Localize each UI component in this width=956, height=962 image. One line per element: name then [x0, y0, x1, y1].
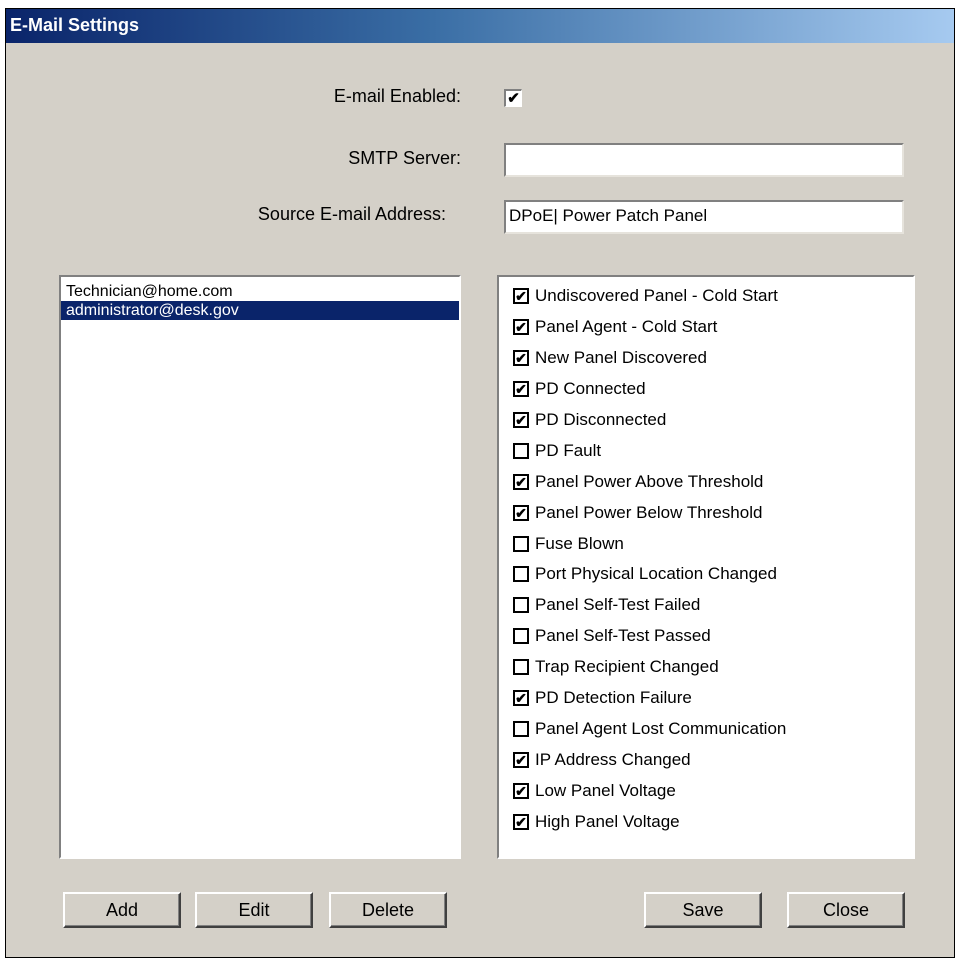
- checkbox-checked-icon[interactable]: ✔: [513, 381, 529, 398]
- event-checkbox-row[interactable]: ✔ New Panel Discovered: [499, 343, 913, 374]
- event-checkbox-label: Panel Self-Test Failed: [535, 595, 701, 615]
- checkbox-checked-icon[interactable]: ✔: [513, 288, 529, 305]
- checkbox-checked-icon[interactable]: ✔: [513, 813, 529, 830]
- event-checkbox-row[interactable]: ✔ Panel Power Below Threshold: [499, 497, 913, 528]
- event-checkbox-row[interactable]: ✔ IP Address Changed: [499, 744, 913, 775]
- check-mark-icon: ✔: [507, 90, 520, 107]
- event-checkbox-row[interactable]: ✔ Low Panel Voltage: [499, 775, 913, 806]
- email-enabled-label: E-mail Enabled:: [333, 86, 461, 106]
- smtp-server-label: SMTP Server:: [348, 148, 461, 168]
- checkbox-checked-icon[interactable]: ✔: [513, 504, 529, 521]
- email-enabled-checkbox[interactable]: ✔: [504, 89, 522, 107]
- recipient-list-item[interactable]: administrator@desk.gov: [61, 301, 459, 320]
- event-checkbox-label: PD Fault: [535, 440, 602, 460]
- event-checkbox-row[interactable]: ✔ Undiscovered Panel - Cold Start: [499, 281, 913, 312]
- event-checkbox-label: Fuse Blown: [535, 533, 624, 553]
- source-email-input[interactable]: DPoE| Power Patch Panel: [504, 200, 904, 234]
- checkbox-unchecked-icon[interactable]: [513, 720, 529, 737]
- event-checkbox-label: New Panel Discovered: [535, 348, 707, 368]
- event-checkbox-row[interactable]: ✔ PD Connected: [499, 374, 913, 405]
- recipient-list-item[interactable]: Technician@home.com: [61, 282, 459, 301]
- checkbox-checked-icon[interactable]: ✔: [513, 412, 529, 428]
- event-checkbox-row[interactable]: ✔ Panel Power Above Threshold: [499, 466, 913, 497]
- event-checkbox-label: PD Detection Failure: [535, 688, 692, 708]
- checkbox-checked-icon[interactable]: ✔: [513, 690, 529, 707]
- event-checkbox-label: Low Panel Voltage: [535, 780, 676, 800]
- event-checkbox-label: PD Connected: [535, 379, 646, 399]
- event-checkbox-row[interactable]: ✔ High Panel Voltage: [499, 806, 913, 837]
- event-checkbox-label: Panel Power Below Threshold: [535, 502, 763, 522]
- email-settings-window: E-Mail Settings E-mail Enabled: ✔ SMTP S…: [5, 8, 955, 958]
- checkbox-unchecked-icon[interactable]: [513, 597, 529, 614]
- event-checkbox-list: ✔ Undiscovered Panel - Cold Start ✔ Panel A…: [497, 275, 915, 859]
- event-checkbox-label: Port Physical Location Changed: [535, 564, 777, 584]
- checkbox-checked-icon[interactable]: ✔: [513, 319, 529, 336]
- event-checkbox-row[interactable]: Panel Agent Lost Communication: [499, 713, 913, 744]
- event-checkbox-label: High Panel Voltage: [535, 811, 680, 831]
- event-checkbox-row[interactable]: ✔ PD Disconnected: [499, 405, 913, 436]
- event-checkbox-label: Panel Agent Lost Communication: [535, 718, 787, 738]
- checkbox-unchecked-icon[interactable]: [513, 442, 529, 459]
- title-bar[interactable]: E-Mail Settings: [6, 9, 954, 43]
- event-checkbox-row[interactable]: ✔ Panel Agent - Cold Start: [499, 312, 913, 343]
- edit-button[interactable]: Edit: [195, 892, 313, 928]
- event-checkbox-label: PD Disconnected: [535, 410, 667, 429]
- checkbox-checked-icon[interactable]: ✔: [513, 350, 529, 367]
- save-button[interactable]: Save: [644, 892, 762, 928]
- delete-button[interactable]: Delete: [329, 892, 447, 928]
- event-checkbox-label: Panel Power Above Threshold: [535, 471, 764, 491]
- event-checkbox-label: Panel Agent - Cold Start: [535, 317, 718, 337]
- checkbox-unchecked-icon[interactable]: [513, 535, 529, 552]
- smtp-server-input[interactable]: [504, 143, 904, 177]
- event-checkbox-row[interactable]: Fuse Blown: [499, 528, 913, 559]
- close-button[interactable]: Close: [787, 892, 905, 928]
- checkbox-unchecked-icon[interactable]: [513, 566, 529, 583]
- event-checkbox-row[interactable]: Trap Recipient Changed: [499, 652, 913, 683]
- event-checkbox-label: Trap Recipient Changed: [535, 657, 719, 677]
- checkbox-unchecked-icon[interactable]: [513, 628, 529, 645]
- event-checkbox-row[interactable]: ✔ PD Detection Failure: [499, 683, 913, 714]
- event-checkbox-row[interactable]: Panel Self-Test Passed: [499, 621, 913, 652]
- event-checkbox-label: IP Address Changed: [535, 749, 691, 769]
- source-email-label: Source E-mail Address:: [257, 204, 446, 224]
- checkbox-checked-icon[interactable]: ✔: [513, 751, 529, 768]
- checkbox-checked-icon[interactable]: ✔: [513, 473, 529, 490]
- checkbox-unchecked-icon[interactable]: [513, 659, 529, 676]
- add-button[interactable]: Add: [63, 892, 181, 928]
- event-checkbox-label: Panel Self-Test Passed: [535, 626, 711, 646]
- event-checkbox-label: Undiscovered Panel - Cold Start: [535, 286, 778, 306]
- checkbox-checked-icon[interactable]: ✔: [513, 782, 529, 799]
- event-checkbox-row[interactable]: Port Physical Location Changed: [499, 559, 913, 590]
- event-checkbox-row[interactable]: Panel Self-Test Failed: [499, 590, 913, 621]
- window-title: E-Mail Settings: [10, 15, 140, 35]
- recipient-list[interactable]: Technician@home.com administrator@desk.go…: [59, 275, 461, 859]
- event-checkbox-row[interactable]: PD Fault: [499, 435, 913, 466]
